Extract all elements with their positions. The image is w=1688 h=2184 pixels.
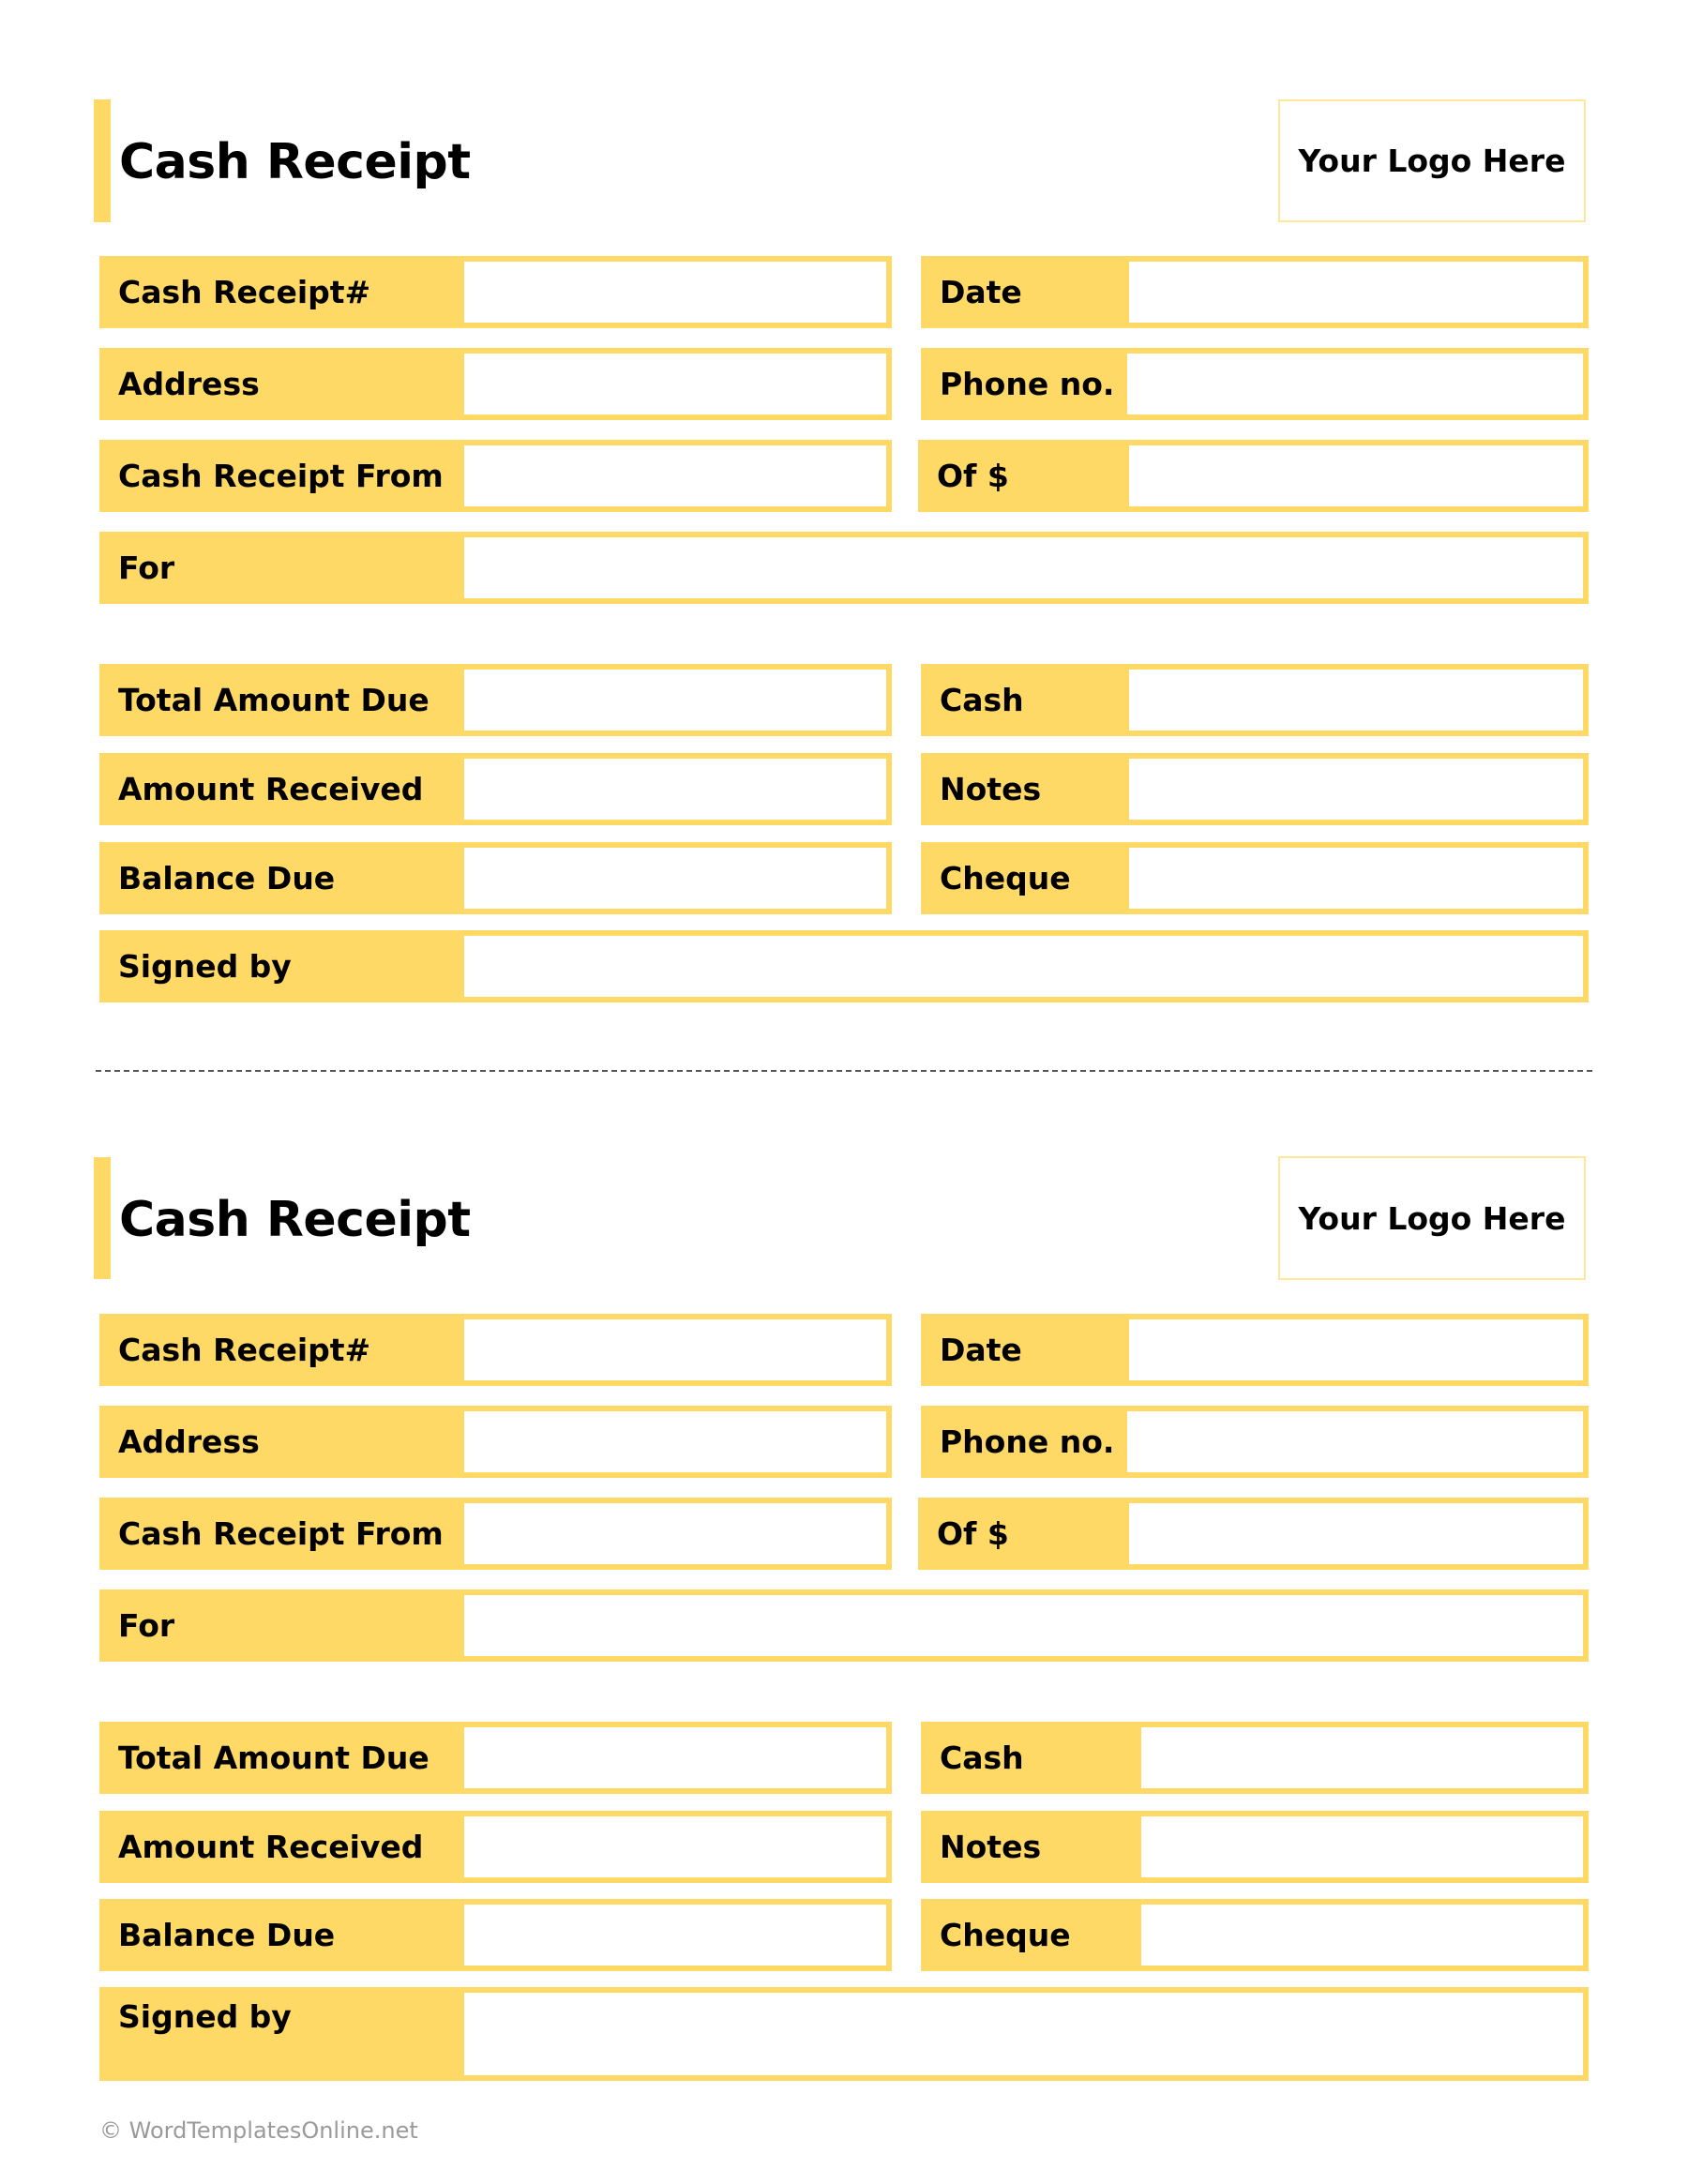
- signed-by-input[interactable]: [464, 1993, 1583, 2075]
- received-from-input[interactable]: [464, 1503, 886, 1564]
- balance-due-label: Balance Due: [118, 1917, 336, 1953]
- cash-input[interactable]: [1141, 1727, 1583, 1788]
- notes-input[interactable]: [1141, 1816, 1583, 1877]
- copyright-footer: © WordTemplatesOnline.net: [99, 2117, 418, 2144]
- receipt-number-row: Cash Receipt#: [99, 256, 892, 328]
- for-label: For: [118, 550, 175, 586]
- received-from-label: Cash Receipt From: [118, 1515, 444, 1552]
- balance-due-row: Balance Due: [99, 1899, 892, 1971]
- of-amount-input[interactable]: [1129, 445, 1583, 506]
- cash-input[interactable]: [1129, 670, 1583, 731]
- received-from-row: Cash Receipt From: [99, 440, 892, 512]
- logo-placeholder[interactable]: Your Logo Here: [1278, 1156, 1586, 1280]
- signed-by-label: Signed by: [118, 948, 292, 985]
- date-row: Date: [921, 1314, 1589, 1386]
- logo-placeholder-text: Your Logo Here: [1298, 143, 1566, 179]
- date-input[interactable]: [1129, 262, 1583, 323]
- for-label: For: [118, 1607, 175, 1644]
- of-amount-row: Of $: [918, 440, 1589, 512]
- for-input[interactable]: [464, 1595, 1583, 1656]
- received-from-input[interactable]: [464, 445, 886, 506]
- cheque-label: Cheque: [940, 860, 1071, 896]
- notes-label: Notes: [940, 771, 1042, 807]
- balance-due-row: Balance Due: [99, 842, 892, 914]
- notes-row: Notes: [921, 753, 1589, 825]
- receipt-number-label: Cash Receipt#: [118, 1332, 371, 1368]
- receipt-title: Cash Receipt: [119, 1192, 471, 1248]
- address-label: Address: [118, 366, 260, 402]
- amount-received-row: Amount Received: [99, 753, 892, 825]
- total-due-input[interactable]: [464, 670, 886, 731]
- cash-row: Cash: [921, 664, 1589, 736]
- amount-received-input[interactable]: [464, 759, 886, 820]
- notes-row: Notes: [921, 1811, 1589, 1883]
- amount-received-label: Amount Received: [118, 771, 424, 807]
- amount-received-input[interactable]: [464, 1816, 886, 1877]
- receipt-number-input[interactable]: [464, 1319, 886, 1380]
- cheque-row: Cheque: [921, 1899, 1589, 1971]
- cut-line-divider: [96, 1070, 1592, 1072]
- total-due-label: Total Amount Due: [118, 682, 430, 718]
- title-accent-bar: [94, 1157, 111, 1279]
- signed-by-row: Signed by: [99, 1987, 1589, 2081]
- total-due-row: Total Amount Due: [99, 664, 892, 736]
- of-amount-label: Of $: [937, 458, 1009, 494]
- cheque-input[interactable]: [1141, 1905, 1583, 1966]
- logo-placeholder-text: Your Logo Here: [1298, 1199, 1566, 1237]
- balance-due-input[interactable]: [464, 1905, 886, 1966]
- of-amount-input[interactable]: [1129, 1503, 1583, 1564]
- received-from-label: Cash Receipt From: [118, 458, 444, 494]
- of-amount-row: Of $: [918, 1498, 1589, 1570]
- logo-placeholder[interactable]: Your Logo Here: [1278, 99, 1586, 222]
- phone-input[interactable]: [1127, 1411, 1583, 1472]
- receipt-number-row: Cash Receipt#: [99, 1314, 892, 1386]
- date-input[interactable]: [1129, 1319, 1583, 1380]
- address-input[interactable]: [464, 1411, 886, 1472]
- total-due-row: Total Amount Due: [99, 1722, 892, 1794]
- cash-row: Cash: [921, 1722, 1589, 1794]
- address-row: Address: [99, 348, 892, 420]
- phone-label: Phone no.: [940, 1423, 1115, 1460]
- phone-row: Phone no.: [921, 1406, 1589, 1478]
- signed-by-label: Signed by: [118, 1998, 292, 2035]
- balance-due-label: Balance Due: [118, 860, 336, 896]
- amount-received-row: Amount Received: [99, 1811, 892, 1883]
- signed-by-input[interactable]: [464, 936, 1583, 997]
- date-row: Date: [921, 256, 1589, 328]
- notes-label: Notes: [940, 1829, 1042, 1865]
- signed-by-row: Signed by: [99, 930, 1589, 1002]
- total-due-input[interactable]: [464, 1727, 886, 1788]
- balance-due-input[interactable]: [464, 848, 886, 909]
- for-row: For: [99, 1589, 1589, 1662]
- of-amount-label: Of $: [937, 1515, 1009, 1552]
- cheque-input[interactable]: [1129, 848, 1583, 909]
- cheque-row: Cheque: [921, 842, 1589, 914]
- cash-label: Cash: [940, 682, 1024, 718]
- title-accent-bar: [94, 99, 111, 222]
- date-label: Date: [940, 1332, 1022, 1368]
- address-label: Address: [118, 1423, 260, 1460]
- for-row: For: [99, 532, 1589, 604]
- received-from-row: Cash Receipt From: [99, 1498, 892, 1570]
- cash-label: Cash: [940, 1740, 1024, 1776]
- for-input[interactable]: [464, 537, 1583, 598]
- amount-received-label: Amount Received: [118, 1829, 424, 1865]
- total-due-label: Total Amount Due: [118, 1740, 430, 1776]
- receipt-number-input[interactable]: [464, 262, 886, 323]
- receipt-number-label: Cash Receipt#: [118, 274, 371, 310]
- phone-input[interactable]: [1127, 354, 1583, 414]
- receipt-title: Cash Receipt: [119, 134, 471, 190]
- date-label: Date: [940, 274, 1022, 310]
- phone-label: Phone no.: [940, 366, 1115, 402]
- address-row: Address: [99, 1406, 892, 1478]
- cheque-label: Cheque: [940, 1917, 1071, 1953]
- phone-row: Phone no.: [921, 348, 1589, 420]
- address-input[interactable]: [464, 354, 886, 414]
- notes-input[interactable]: [1129, 759, 1583, 820]
